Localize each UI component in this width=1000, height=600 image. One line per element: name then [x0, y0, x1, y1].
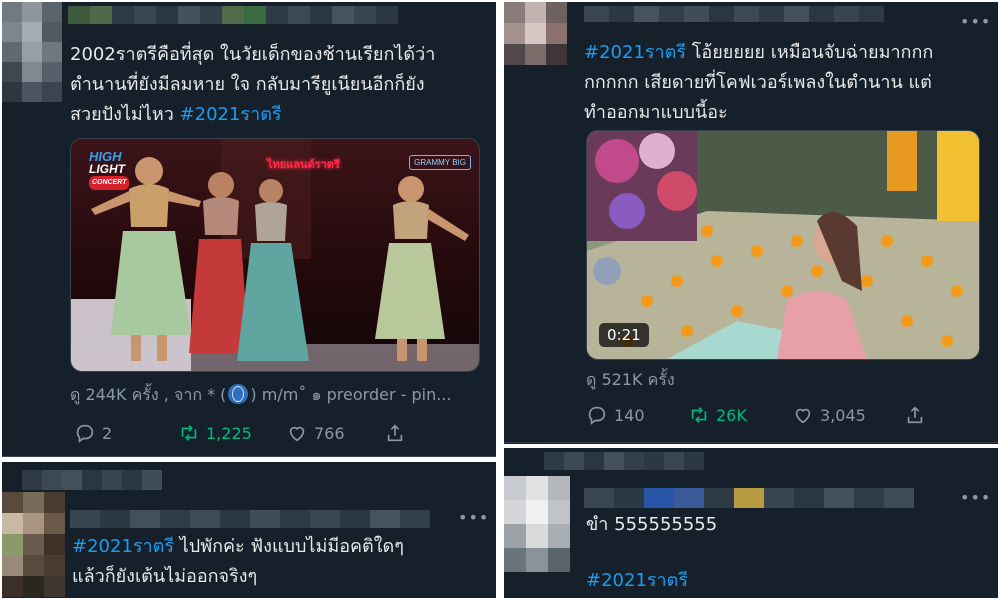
reply-icon [76, 424, 94, 443]
tweet-text: สวยปังไม่ไหว [70, 104, 180, 125]
logo-word-light: LIGHT [89, 162, 125, 176]
tweet-text-line-2: กกกกก เสียดายที่โคฟเวอร์เพลงในตำนาน แต่ [584, 72, 932, 93]
tweet-panel-top-left: 2002ราตรีคือที่สุด ในวัยเด็กของช้านเรียก… [2, 2, 496, 457]
view-count-line: ดู 244K ครั้ง , จาก * ( ) m/m˚ ๑ preorder… [70, 383, 451, 408]
tweet-text-line-2: แล้วก็ยังเต้นไม่ออกจริงๆ [72, 566, 258, 587]
like-icon [289, 426, 305, 442]
tweet-panel-top-right: ••• #2021ราตรี โอ้ยยยยย เหมือนจับฉ่ายมาก… [504, 2, 998, 444]
blurred-username[interactable] [544, 452, 704, 470]
like-button[interactable]: 3,045 [792, 404, 904, 426]
more-options-icon[interactable]: ••• [960, 488, 991, 507]
view-count-text: ดู 244K ครั้ง , จาก * ( [70, 385, 227, 404]
share-button[interactable] [384, 422, 406, 444]
more-options-icon[interactable]: ••• [960, 12, 991, 31]
retweet-count: 1,225 [206, 423, 252, 443]
tweet-text-line-3: สวยปังไม่ไหว #2021ราตรี [70, 100, 282, 130]
blurred-avatar[interactable] [504, 2, 568, 66]
blurred-avatar[interactable] [504, 476, 570, 572]
concert-logo: HIGH LIGHT CONCERT [89, 150, 130, 190]
tweet-video-dancer[interactable]: 0:21 [586, 130, 980, 360]
blurred-handle[interactable] [584, 488, 914, 508]
logo-word-concert: CONCERT [89, 176, 130, 190]
reply-count: 140 [614, 405, 645, 425]
divider [2, 456, 496, 457]
reply-button[interactable]: 2 [74, 422, 178, 444]
tweet-text-line-1: 2002ราตรีคือที่สุด ในวัยเด็กของช้านเรียก… [70, 44, 436, 65]
share-icon [907, 406, 923, 424]
hashtag-link[interactable]: #2021ราตรี [584, 42, 686, 63]
hashtag-text[interactable]: #2021ราตรี [586, 570, 688, 591]
tweet-text: โอ้ยยยยย เหมือนจับฉ่ายมากกก [686, 42, 934, 63]
hashtag-link[interactable]: #2021ราตรี [72, 536, 174, 557]
retweet-count: 26K [716, 405, 747, 425]
view-source-text: ) m/m˚ ๑ preorder - pin... [250, 385, 452, 404]
share-button[interactable] [904, 404, 926, 426]
retweet-button[interactable]: 1,225 [178, 422, 286, 444]
like-count: 766 [314, 423, 345, 443]
divider [504, 442, 998, 443]
retweet-button[interactable]: 26K [688, 404, 792, 426]
like-icon [795, 408, 811, 424]
tweet-panel-bottom-right: ••• ขำ 555555555 #2021ราตรี [504, 448, 998, 598]
reply-count: 2 [102, 423, 113, 443]
view-count-text: ดู 521K ครั้ง [586, 370, 675, 389]
like-count: 3,045 [820, 405, 866, 425]
hashtag-link[interactable]: #2021ราตรี [180, 104, 282, 125]
reply-icon [588, 406, 606, 425]
tweet-text-line-1: #2021ราตรี โอ้ยยยยย เหมือนจับฉ่ายมากกก [584, 38, 933, 68]
blurred-username[interactable] [68, 6, 398, 24]
globe-icon [228, 384, 249, 404]
retweet-icon [691, 407, 707, 423]
more-options-icon[interactable]: ••• [458, 508, 489, 527]
tweet-actions: 2 1,225 766 [74, 422, 406, 444]
share-icon [387, 424, 403, 442]
reply-button[interactable]: 140 [586, 404, 688, 426]
retweet-icon [181, 425, 197, 441]
tweet-text-line-2: ตำนานที่ยังมีลมหาย ใจ กลับมารียูเนียนอีก… [70, 74, 425, 95]
tweet-text: ไปพักค่ะ ฟังแบบไม่มีอคติใดๆ [174, 536, 404, 557]
blurred-handle[interactable] [70, 510, 430, 528]
like-button[interactable]: 766 [286, 422, 384, 444]
tweet-text-line-1: #2021ราตรี ไปพักค่ะ ฟังแบบไม่มีอคติใดๆ [72, 532, 404, 562]
blurred-username[interactable] [22, 470, 162, 490]
blurred-avatar[interactable] [2, 2, 62, 102]
hashtag-link[interactable]: #2021ราตรี [586, 566, 688, 596]
tweet-text-line-3: ทำออกมาแบบนี้อะ [584, 102, 728, 123]
tweet-actions: 140 26K 3,045 [586, 404, 926, 426]
stage-sign: ไทยแลนด์ราตรี [267, 158, 340, 171]
tweet-panel-bottom-left: ••• #2021ราตรี ไปพักค่ะ ฟังแบบไม่มีอคติใ… [2, 462, 496, 598]
blurred-avatar[interactable] [2, 492, 65, 598]
blurred-username[interactable] [584, 6, 884, 22]
tweet-video-concert[interactable]: HIGH LIGHT CONCERT ไทยแลนด์ราตรี GRAMMY … [70, 138, 480, 372]
channel-watermark: GRAMMY BIG [409, 155, 471, 170]
concert-stage-illustration [71, 139, 479, 371]
tweet-text-line-1: ขำ 555555555 [586, 514, 718, 535]
video-duration: 0:21 [599, 323, 649, 347]
